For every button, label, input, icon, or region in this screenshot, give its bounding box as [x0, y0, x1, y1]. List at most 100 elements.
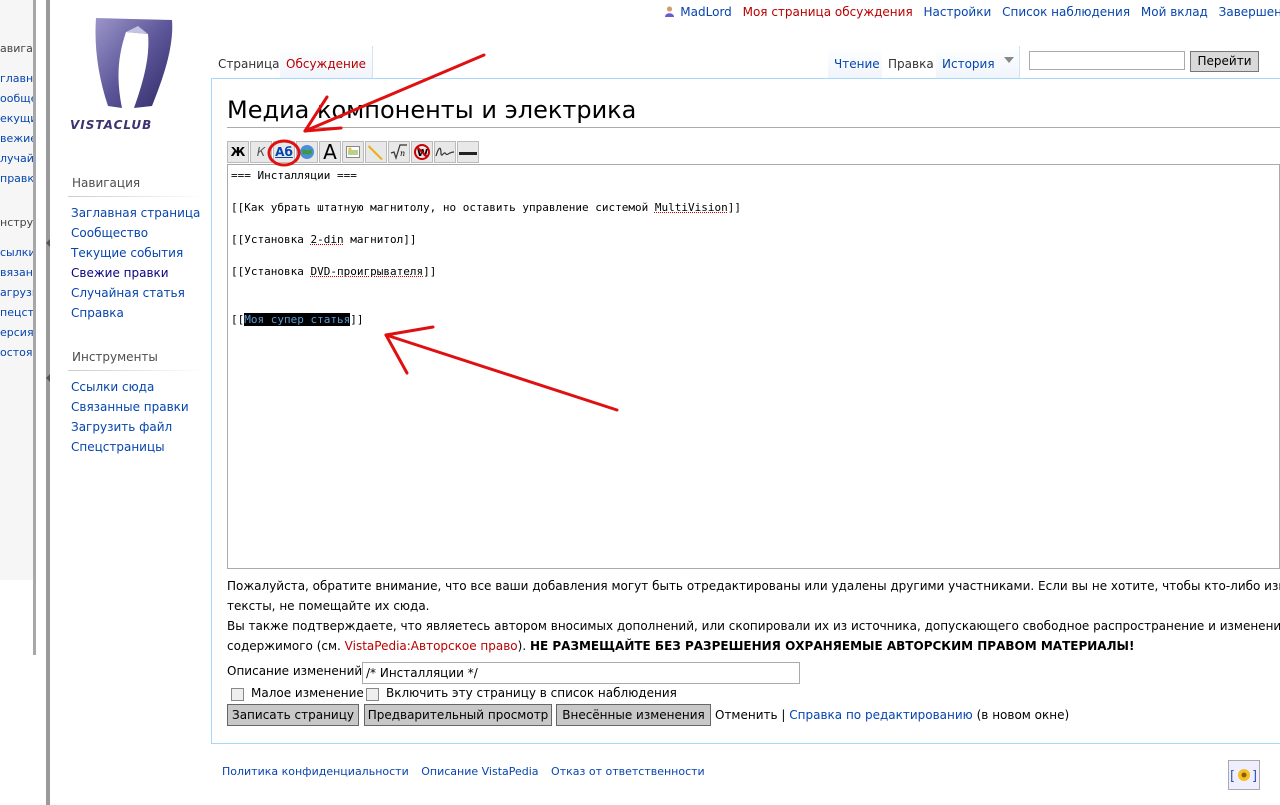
italic-button[interactable]: К	[250, 141, 272, 163]
divider	[68, 370, 206, 371]
external-link-button[interactable]	[296, 141, 318, 163]
globe-icon	[300, 145, 314, 159]
bg-text: сылки	[0, 246, 36, 259]
footer-links: Политика конфиденциальности Описание Vis…	[222, 765, 714, 778]
math-button[interactable]: n	[388, 141, 410, 163]
copyright-link[interactable]: VistaPedia:Авторское право	[345, 639, 518, 653]
bg-text: остоян	[0, 346, 36, 359]
selected-text: Моя супер статья	[244, 313, 351, 326]
sidebar-item-special[interactable]: Спецстраницы	[71, 440, 165, 454]
collapse-arrow-icon[interactable]	[46, 239, 50, 247]
hr-button[interactable]	[457, 141, 479, 163]
save-button[interactable]: Записать страницу	[227, 704, 359, 726]
talk-link[interactable]: Моя страница обсуждения	[743, 5, 913, 19]
tools-heading: Инструменты	[72, 350, 158, 364]
svg-text:]: ]	[1252, 769, 1257, 784]
prefs-link[interactable]: Настройки	[924, 5, 992, 19]
bg-text: авигац	[0, 42, 36, 55]
bg-text: нструм	[0, 216, 36, 229]
summary-input[interactable]	[362, 662, 800, 684]
bg-text: екущие	[0, 112, 36, 125]
logout-link[interactable]: Завершен	[1219, 5, 1280, 19]
user-link[interactable]: MadLord	[680, 5, 731, 19]
sidebar-item-related[interactable]: Связанные правки	[71, 400, 189, 414]
editor-line: [[Как убрать штатную магнитолу, но остав…	[231, 201, 741, 214]
headline-button[interactable]: A	[319, 141, 341, 163]
edit-notice: Вы также подтверждаете, что являетесь ав…	[227, 619, 1280, 633]
signature-icon	[435, 147, 455, 157]
editor-line: [[Установка DVD-проигрывателя]]	[231, 265, 437, 278]
sunflower-icon: [ ]	[1230, 769, 1257, 784]
divider	[68, 196, 206, 197]
search-go-button[interactable]: Перейти	[1190, 51, 1259, 72]
edit-notice: тексты, не помещайте их сюда.	[227, 599, 430, 613]
minor-edit-label: Малое изменение	[251, 686, 364, 700]
wikitext-editor[interactable]: === Инсталляции === [[Как убрать штатную…	[227, 164, 1280, 569]
about-link[interactable]: Описание VistaPedia	[421, 765, 538, 778]
divider	[227, 127, 1280, 128]
bg-text: пецстр	[0, 306, 36, 319]
sidebar-item-whatlinks[interactable]: Ссылки сюда	[71, 380, 154, 394]
logo-text: VISTACLUB	[70, 118, 153, 132]
image-icon	[346, 146, 360, 158]
pen-icon	[368, 145, 383, 160]
sidebar-item-random[interactable]: Случайная статья	[71, 286, 185, 300]
signature-button[interactable]	[434, 141, 456, 163]
editor-line: [[Моя супер статья]]	[231, 313, 364, 326]
image-button[interactable]	[342, 141, 364, 163]
sidebar-item-help[interactable]: Справка	[71, 306, 124, 320]
bg-text: главн	[0, 72, 34, 85]
tab-history[interactable]: История	[936, 46, 1002, 78]
logo-emblem-icon	[95, 18, 173, 108]
tab-talk[interactable]: Обсуждение	[280, 46, 374, 78]
preview-button[interactable]: Предварительный просмотр	[364, 704, 552, 726]
bg-text: лучайн	[0, 152, 36, 165]
watchlist-link[interactable]: Список наблюдения	[1002, 5, 1130, 19]
cancel-link[interactable]: Отменить	[715, 708, 778, 722]
background-window: авигац главн ообще екущие вежие лучайн п…	[0, 0, 36, 580]
diff-button[interactable]: Внесённые изменения	[556, 704, 711, 726]
edit-notice: содержимого (см. VistaPedia:Авторское пр…	[227, 639, 1135, 653]
tab-page[interactable]: Страница	[212, 46, 287, 78]
search-input[interactable]	[1029, 51, 1185, 70]
chevron-down-icon[interactable]	[1004, 57, 1014, 63]
nav-heading: Навигация	[72, 176, 141, 190]
bold-button[interactable]: Ж	[227, 141, 249, 163]
sidebar-item-community[interactable]: Сообщество	[71, 226, 148, 240]
disclaimer-link[interactable]: Отказ от ответственности	[551, 765, 705, 778]
summary-label: Описание изменений:	[227, 664, 367, 678]
tab-read[interactable]: Чтение	[828, 46, 887, 78]
internal-link-button[interactable]: Аб	[273, 141, 295, 163]
sqrt-icon: n	[390, 144, 407, 160]
bg-text: вязанн	[0, 266, 36, 279]
edit-notice: Пожалуйста, обратите внимание, что все в…	[227, 579, 1280, 593]
privacy-link[interactable]: Политика конфиденциальности	[222, 765, 409, 778]
collapse-arrow-icon[interactable]	[46, 374, 50, 382]
personal-tools: MadLord Моя страница обсуждения Настройк…	[665, 5, 1280, 19]
sidebar-item-events[interactable]: Текущие события	[71, 246, 183, 260]
editor-line: [[Установка 2-din магнитол]]	[231, 233, 417, 246]
nowiki-button[interactable]: W	[411, 141, 433, 163]
svg-text:[: [	[1230, 769, 1235, 784]
edit-help-link[interactable]: Справка по редактированию	[789, 708, 973, 722]
minor-edit-checkbox[interactable]	[231, 688, 244, 701]
sidebar-item-main[interactable]: Заглавная страница	[71, 206, 200, 220]
sidebar-item-recent[interactable]: Свежие правки	[71, 266, 169, 280]
nowiki-icon: W	[414, 144, 430, 160]
horizontal-line-icon	[459, 152, 477, 155]
powered-by-badge[interactable]: [ ]	[1228, 760, 1260, 790]
editor-line: === Инсталляции ===	[231, 169, 357, 182]
watch-checkbox[interactable]	[366, 688, 379, 701]
bg-text: ерсия	[0, 326, 34, 339]
cancel-row: Отменить | Справка по редактированию (в …	[715, 708, 1070, 722]
media-button[interactable]	[365, 141, 387, 163]
window-border	[33, 0, 36, 655]
tab-edit[interactable]: Правка	[882, 46, 941, 78]
svg-text:n: n	[400, 149, 405, 158]
site-logo[interactable]: VISTACLUB	[68, 16, 192, 134]
contribs-link[interactable]: Мой вклад	[1141, 5, 1208, 19]
sidebar-item-upload[interactable]: Загрузить файл	[71, 420, 172, 434]
watch-label: Включить эту страницу в список наблюдени…	[386, 686, 677, 700]
user-icon	[665, 6, 675, 17]
window-border[interactable]	[46, 0, 50, 805]
